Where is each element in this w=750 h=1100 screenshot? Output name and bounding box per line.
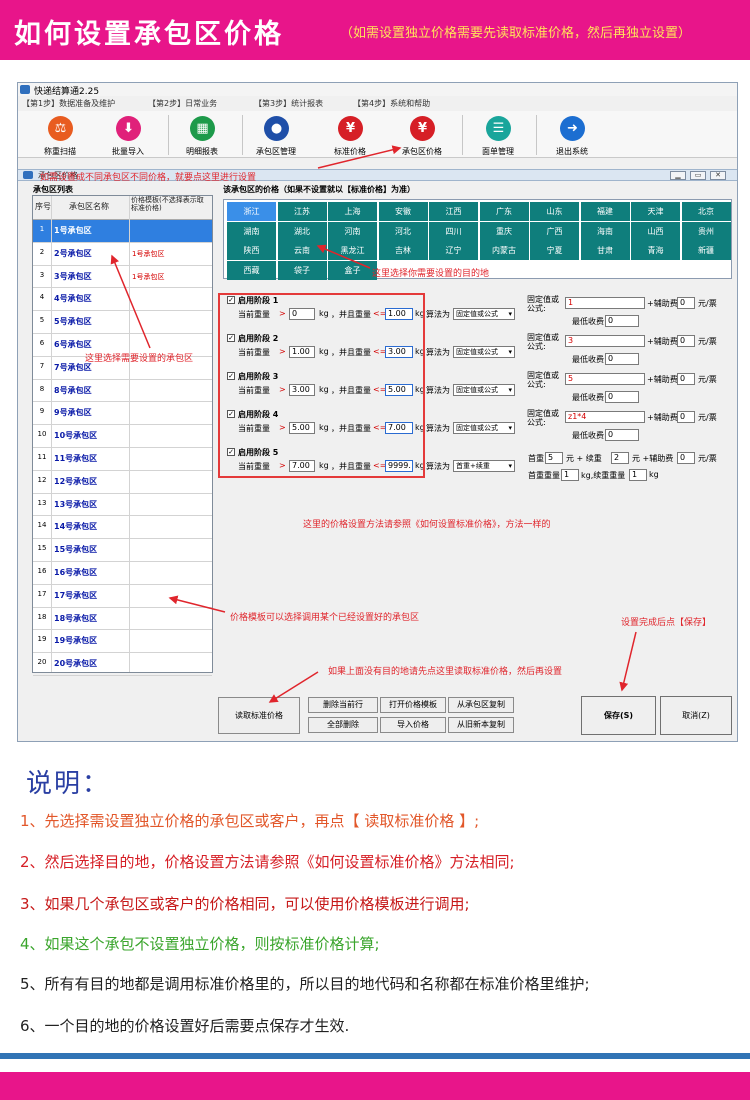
note-item: 3、如果几个承包区或客户的价格相同，可以使用价格模板进行调用; — [20, 895, 470, 913]
notes-title: 说明： — [26, 769, 111, 799]
note-item: 4、如果这个承包不设置独立价格，则按标准价格计算; — [20, 935, 380, 953]
footer-divider — [0, 1053, 750, 1059]
note-item: 2、然后选择目的地，价格设置方法请参照《如何设置标准价格》方法相同; — [20, 853, 515, 871]
footer-banner — [0, 1072, 750, 1100]
note-item: 6、一个目的地的价格设置好后需要点保存才生效. — [20, 1017, 350, 1035]
note-item: 1、先选择需设置独立价格的承包区或客户，再点【 读取标准价格 】; — [20, 812, 480, 830]
annotation-arrows — [110, 145, 637, 703]
note-item: 5、所有有目的地都是调用标准价格里的，所以目的地代码和名称都在标准价格里维护; — [20, 975, 590, 993]
